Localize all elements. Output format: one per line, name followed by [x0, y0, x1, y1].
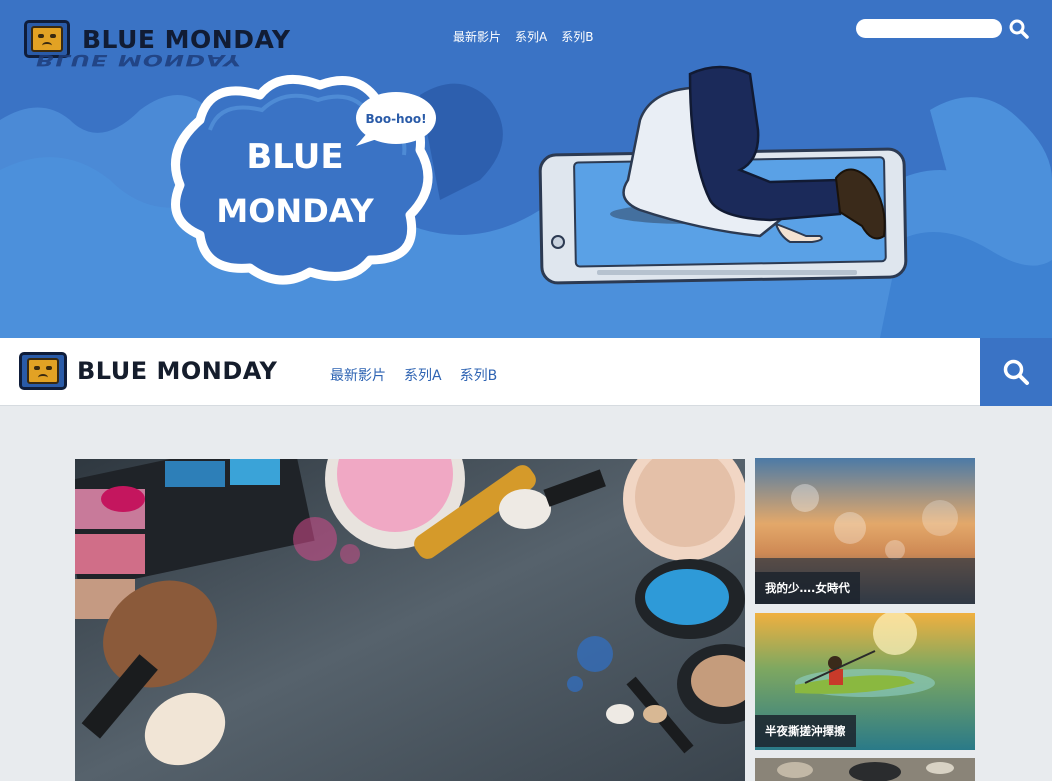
hero-nav: 最新影片 系列A 系列B: [453, 28, 593, 45]
side-card[interactable]: 我的少….女時代: [755, 458, 975, 604]
hero-banner: BLUE MONDAY Boo-hoo! BLUE MONDAY BLUE MO…: [0, 0, 1052, 338]
nav-series-a[interactable]: 系列A: [404, 365, 442, 385]
header-logo-text: BLUE MONDAY: [77, 357, 278, 385]
speech-bubble-text: Boo-hoo!: [365, 112, 426, 126]
cloud-text-line1: BLUE: [246, 137, 343, 177]
header-logo[interactable]: BLUE MONDAY: [19, 352, 277, 390]
hero-logo-text: BLUE MONDAY: [82, 24, 291, 54]
cloud-text-line2: MONDAY: [216, 192, 374, 230]
main-nav: 最新影片 系列A 系列B: [330, 365, 497, 385]
search-icon: [1003, 359, 1029, 385]
featured-article-image[interactable]: [75, 459, 745, 781]
stones-photo: [755, 758, 975, 781]
grumpy-face-icon: [19, 352, 67, 390]
hero-nav-latest[interactable]: 最新影片: [453, 28, 501, 45]
side-card[interactable]: 半夜撕搓沖擇擦: [755, 613, 975, 750]
nav-latest-videos[interactable]: 最新影片: [330, 365, 386, 385]
hero-nav-series-a[interactable]: 系列A: [515, 28, 547, 45]
card-caption[interactable]: 半夜撕搓沖擇擦: [755, 715, 856, 747]
card-caption[interactable]: 我的少….女時代: [755, 572, 860, 604]
hero-search-button[interactable]: [1008, 18, 1030, 40]
site-header: BLUE MONDAY 最新影片 系列A 系列B: [0, 338, 1052, 406]
hero-nav-series-b[interactable]: 系列B: [561, 28, 593, 45]
hero-logo-reflection: BLUE MONDAY: [33, 50, 245, 70]
header-search-button[interactable]: [980, 338, 1052, 406]
search-icon: [1009, 19, 1029, 39]
hero-search-input[interactable]: [856, 19, 1002, 38]
side-card[interactable]: [755, 758, 975, 781]
makeup-photo: [75, 459, 745, 781]
nav-series-b[interactable]: 系列B: [460, 365, 498, 385]
